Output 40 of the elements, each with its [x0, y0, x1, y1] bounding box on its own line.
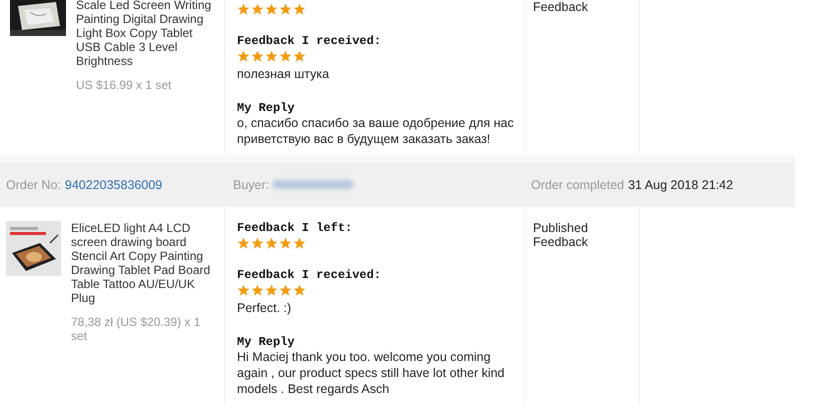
feedback-received-label: Feedback I received:: [237, 268, 382, 282]
star-icon: [265, 50, 278, 63]
star-icon: [279, 50, 292, 63]
star-icon: [237, 50, 250, 63]
feedback-comment: полезная штука: [237, 67, 330, 81]
star-icon: [265, 3, 278, 16]
star-icon: [237, 284, 250, 297]
feedback-left-label: Feedback I left:: [237, 221, 354, 235]
reply-text: о, спасибо спасибо за ваше одобрение для нас приветствую вас в будущем заказать заказ!: [237, 115, 515, 147]
star-icon: [251, 284, 264, 297]
buyer-label: Buyer:: [233, 178, 270, 192]
star-icon: [279, 237, 292, 250]
order-number-label: Order No:: [6, 178, 61, 192]
star-icon: [265, 284, 278, 297]
star-icon: [293, 237, 306, 250]
star-icon: [293, 50, 306, 63]
star-icon: [237, 3, 250, 16]
reply-label: My Reply: [237, 335, 296, 349]
feedback-status: Published Feedback: [533, 221, 589, 249]
order-completed-label: Order completed: [531, 178, 624, 192]
star-icon: [293, 3, 306, 16]
star-icon: [251, 50, 264, 63]
product-title[interactable]: Scale Led Screen Writing Painting Digital Drawing Light Box Copy Tablet USB Cable 3 Level Brightness: [76, 0, 216, 68]
reply-label: My Reply: [237, 101, 296, 115]
star-icon: [251, 3, 264, 16]
order-number-link[interactable]: 94022035836009: [64, 178, 162, 192]
reply-text: Hi Maciej thank you too. welcome you coming again , our product specs still have lot other kind models . Best regards Asch: [237, 349, 506, 397]
feedback-comment: Perfect. :): [237, 301, 292, 315]
completion-date: 31 Aug 2018 21:42: [628, 178, 734, 192]
star-icon: [265, 237, 278, 250]
star-icon: [251, 237, 264, 250]
product-price: US $16.99 x 1 set: [76, 78, 172, 92]
star-icon: [293, 284, 306, 297]
product-title[interactable]: EliceLED light A4 LCD screen drawing board Stencil Art Copy Painting Drawing Tablet Pad Board Table Tattoo AU/EU/UK Plug: [71, 221, 216, 305]
feedback-received-label: Feedback I received:: [237, 34, 382, 48]
product-price: 78,38 zł (US $20.39) x 1 set: [71, 315, 202, 343]
star-icon: [237, 237, 250, 250]
star-icon: [279, 3, 292, 16]
feedback-status: Feedback: [533, 0, 589, 14]
star-icon: [279, 284, 292, 297]
